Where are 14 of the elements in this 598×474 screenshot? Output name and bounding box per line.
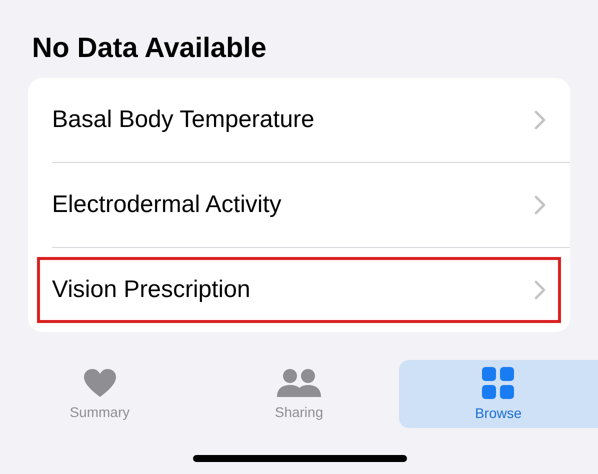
- list-row[interactable]: Basal Body Temperature: [28, 78, 570, 162]
- chevron-icon: [534, 195, 546, 215]
- tab-button[interactable]: Browse: [398, 360, 598, 428]
- row-label: Basal Body Temperature: [52, 105, 316, 135]
- row-label: Electrodermal Activity: [52, 190, 282, 220]
- list-row[interactable]: Vision Prescription: [28, 248, 570, 332]
- grid-icon: [482, 367, 514, 399]
- people-icon: [276, 368, 322, 398]
- list-row[interactable]: Electrodermal Activity: [28, 163, 570, 247]
- chevron-icon: [534, 110, 546, 130]
- row-label: Vision Prescription: [52, 275, 252, 305]
- chevron-icon: [534, 280, 546, 300]
- section-title: No Data Available: [31, 31, 268, 65]
- heart-icon: [82, 368, 117, 398]
